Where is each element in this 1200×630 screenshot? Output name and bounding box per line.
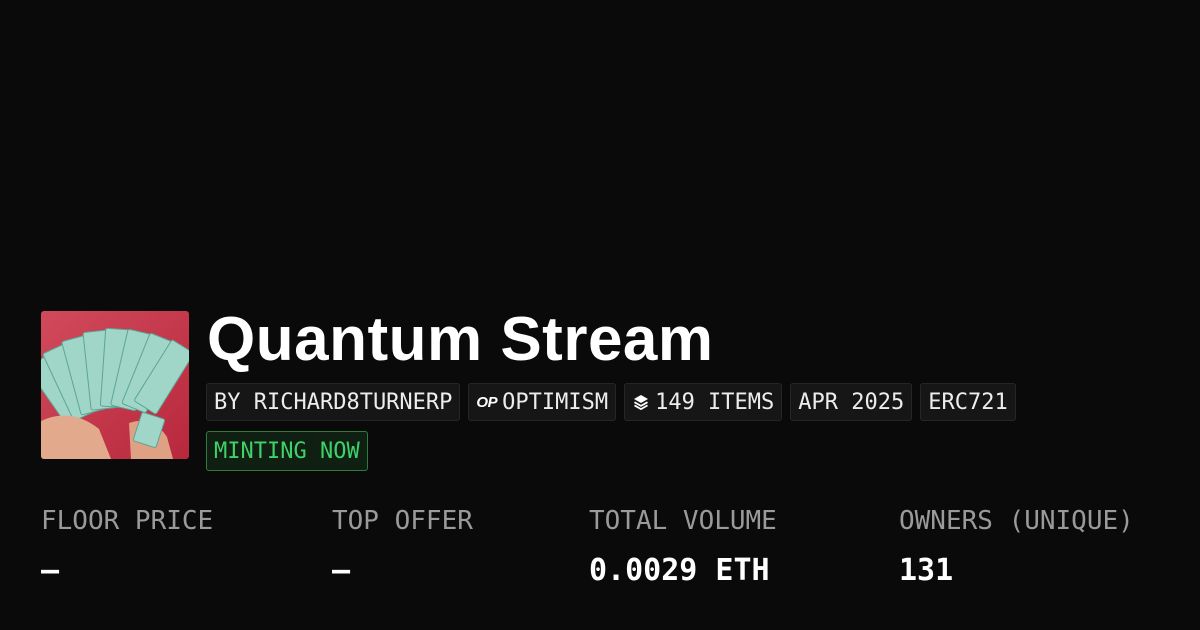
collection-title: Quantum Stream [207,305,714,374]
status-label: MINTING NOW [214,438,360,464]
chain-chip[interactable]: OP OPTIMISM [468,383,617,421]
stat-top-offer: TOP OFFER — [332,503,473,589]
creator-chip[interactable]: BY RICHARD8TURNERP [206,383,461,421]
stat-label: TOTAL VOLUME [589,506,777,536]
banknotes-image [41,311,189,459]
stat-owners-unique: OWNERS (UNIQUE) 131 [899,503,1134,589]
optimism-op-icon: OP [476,393,498,411]
stat-value: 131 [899,553,954,588]
creator-label: BY RICHARD8TURNERP [214,389,453,415]
collection-thumbnail [41,311,189,459]
stat-value: — [332,553,351,588]
stat-total-volume: TOTAL VOLUME 0.0029 ETH [589,503,777,589]
stat-label: TOP OFFER [332,506,473,536]
layers-icon [632,393,650,411]
stat-label: OWNERS (UNIQUE) [899,506,1134,536]
collection-meta-chips: BY RICHARD8TURNERP OP OPTIMISM 149 ITEMS… [206,383,1016,421]
minting-status-badge[interactable]: MINTING NOW [206,431,368,471]
chain-label: OPTIMISM [502,389,609,415]
items-chip[interactable]: 149 ITEMS [624,383,783,421]
stat-value: 0.0029 ETH [589,553,770,588]
standard-chip: ERC721 [920,383,1016,421]
stat-label: FLOOR PRICE [41,506,214,536]
stat-value: — [41,553,60,588]
items-count: 149 ITEMS [655,389,775,415]
date-chip: APR 2025 [790,383,913,421]
token-standard: ERC721 [928,389,1008,415]
created-date: APR 2025 [798,389,905,415]
stat-floor-price: FLOOR PRICE — [41,503,213,589]
